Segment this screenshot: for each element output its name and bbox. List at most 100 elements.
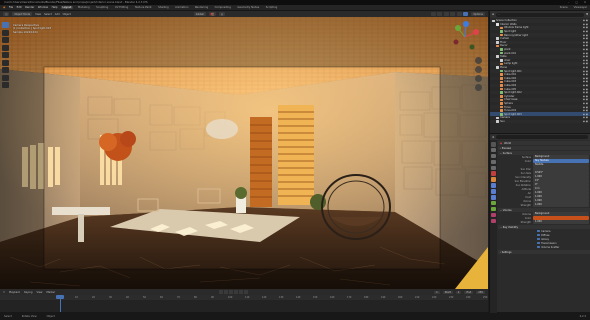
editor-type-button[interactable]: ◫	[3, 12, 10, 16]
workspace-tab-texture-paint[interactable]: Texture Paint	[133, 6, 153, 9]
settings-section-header[interactable]: › Settings	[498, 250, 590, 254]
navigation-gizmo[interactable]	[448, 20, 482, 54]
data-tab-icon[interactable]	[491, 206, 496, 212]
outliner-search-input[interactable]: ⌕	[496, 12, 585, 17]
menu-view-timeline[interactable]: View	[37, 291, 43, 294]
checkbox-checked-icon[interactable]	[537, 229, 540, 233]
proportional-edit-icon[interactable]: ◎	[218, 12, 226, 16]
shading-material-button[interactable]	[456, 12, 462, 16]
workspace-tab-compositing[interactable]: Compositing	[213, 6, 232, 9]
transform-orientation-dropdown[interactable]: Global	[193, 12, 206, 16]
property-field[interactable]: 0.545°	[533, 171, 589, 175]
jump-start-icon[interactable]	[219, 290, 224, 294]
checkbox-checked-icon[interactable]	[537, 245, 540, 249]
play-icon[interactable]	[234, 290, 239, 294]
play-reverse-icon[interactable]	[229, 290, 234, 294]
property-field[interactable]: 15°	[533, 179, 589, 183]
physics-tab-icon[interactable]	[491, 195, 496, 200]
move-tool-button[interactable]	[2, 37, 9, 43]
property-field[interactable]: 0 m	[533, 187, 589, 191]
material-tab-icon[interactable]	[491, 212, 496, 218]
overlay-toggle-button[interactable]	[430, 12, 436, 16]
menu-object[interactable]: Object	[63, 13, 71, 16]
visibility-eye-icon[interactable]: ◉ ▣	[583, 120, 588, 123]
3d-viewport[interactable]	[0, 17, 488, 289]
output-tab-icon[interactable]	[491, 153, 496, 159]
property-field[interactable]: Sky Texture	[533, 159, 589, 163]
tool-tab-icon[interactable]	[491, 142, 496, 147]
prev-key-icon[interactable]	[224, 290, 229, 294]
property-field[interactable]: Background	[533, 155, 589, 159]
workspace-tab-geometry-nodes[interactable]: Geometry Nodes	[236, 6, 261, 9]
property-field[interactable]: 0°	[533, 183, 589, 187]
blender-logo-icon[interactable]: ◉	[3, 6, 5, 9]
menu-select[interactable]: Select	[44, 13, 52, 16]
particles-tab-icon[interactable]	[491, 189, 496, 194]
outliner-editor-icon[interactable]: ☰	[492, 13, 494, 16]
menu-add[interactable]: Add	[55, 13, 60, 16]
view-layer-selector[interactable]: ViewLayer	[574, 6, 587, 9]
ray-visibility-checkbox[interactable]: Volume Scatter	[498, 245, 590, 249]
zoom-icon[interactable]	[475, 57, 482, 64]
scene-selector[interactable]: Scene	[560, 6, 568, 9]
scene-tab-icon[interactable]	[491, 165, 496, 171]
workspace-tab-animation[interactable]: Animation	[174, 6, 190, 9]
modifier-tab-icon[interactable]	[491, 183, 496, 188]
property-field[interactable]: 1.000	[533, 191, 589, 195]
workspace-tab-modeling[interactable]: Modeling	[76, 6, 91, 9]
scale-tool-button[interactable]	[2, 52, 9, 58]
volume-property-field[interactable]	[533, 216, 589, 220]
volume-property-field[interactable]: 1.000	[533, 220, 589, 224]
menu-file[interactable]: File	[9, 6, 13, 9]
menu-help[interactable]: Help	[52, 6, 58, 9]
property-field[interactable]: Nishita	[533, 163, 589, 167]
camera-view-icon[interactable]	[475, 75, 482, 82]
menu-marker[interactable]: Marker	[46, 291, 55, 294]
timeline-editor-icon[interactable]: ⏱	[3, 291, 5, 294]
select-tool-button[interactable]	[2, 22, 9, 28]
next-key-icon[interactable]	[239, 290, 244, 294]
measure-tool-button[interactable]	[2, 74, 9, 81]
workspace-tab-rendering[interactable]: Rendering	[193, 6, 209, 9]
checkbox-checked-icon[interactable]	[537, 237, 540, 241]
workspace-tab-scripting[interactable]: Scripting	[264, 6, 279, 9]
mode-dropdown[interactable]: Object Mode	[12, 12, 33, 16]
maximize-icon[interactable]: □	[575, 1, 577, 4]
shading-rendered-button[interactable]	[463, 12, 469, 16]
pan-hand-icon[interactable]	[475, 66, 482, 73]
world-datablock-row[interactable]: ● World	[498, 141, 590, 145]
current-frame-field[interactable]: 1	[434, 290, 440, 294]
filter-icon[interactable]: ▼	[586, 13, 588, 16]
end-frame-field[interactable]: 250	[476, 290, 485, 294]
workspace-tab-sculpting[interactable]: Sculpting	[95, 6, 110, 9]
menu-render[interactable]: Render	[25, 6, 34, 9]
texture-tab-icon[interactable]	[491, 218, 496, 224]
property-field[interactable]: 1.000	[533, 195, 589, 199]
menu-playback[interactable]: Playback	[9, 291, 20, 294]
annotate-tool-button[interactable]	[2, 67, 9, 73]
shading-wireframe-button[interactable]	[443, 12, 449, 16]
properties-search-input[interactable]	[496, 135, 588, 139]
workspace-tab-uv-editing[interactable]: UV Editing	[113, 6, 130, 9]
property-field[interactable]: 1.000	[533, 199, 589, 203]
property-field[interactable]: 1.000	[533, 203, 589, 207]
minimize-icon[interactable]: –	[568, 1, 569, 4]
world-tab-icon[interactable]	[491, 171, 496, 176]
object-tab-icon[interactable]	[491, 177, 496, 182]
shading-solid-button[interactable]	[450, 12, 456, 16]
preview-section-header[interactable]: › Preview	[498, 146, 590, 150]
timeline-ruler[interactable]: 0102030405060708090100110120130140150160…	[0, 295, 488, 300]
render-tab-icon[interactable]	[491, 147, 496, 153]
menu-edit[interactable]: Edit	[17, 6, 22, 9]
perspective-grid-icon[interactable]	[475, 84, 482, 91]
close-icon[interactable]: ✕	[584, 1, 586, 4]
checkbox-checked-icon[interactable]	[537, 233, 540, 237]
workspace-tab-layout[interactable]: Layout	[61, 6, 73, 9]
rotate-tool-button[interactable]	[2, 44, 9, 51]
workspace-tab-shading[interactable]: Shading	[157, 6, 171, 9]
property-field[interactable]: 1.000	[533, 175, 589, 179]
jump-end-icon[interactable]	[244, 290, 249, 294]
outliner-item[interactable]: Sun ◉ ▣	[490, 119, 590, 124]
property-field[interactable]	[533, 167, 589, 171]
constraints-tab-icon[interactable]	[491, 200, 496, 206]
